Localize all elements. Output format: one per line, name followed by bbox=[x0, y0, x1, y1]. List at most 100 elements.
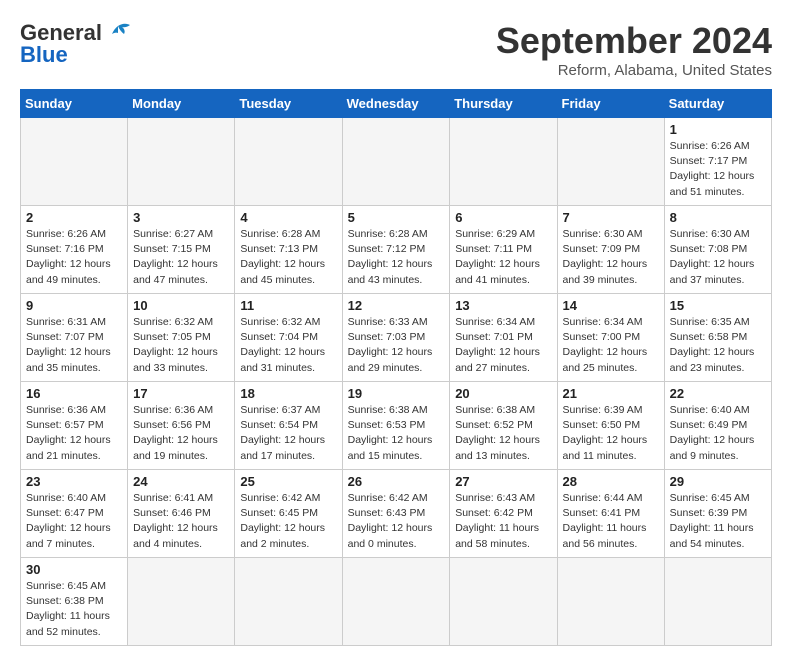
calendar-day-cell bbox=[235, 118, 342, 206]
day-number: 22 bbox=[670, 386, 766, 401]
calendar-day-cell: 2Sunrise: 6:26 AMSunset: 7:16 PMDaylight… bbox=[21, 206, 128, 294]
day-number: 30 bbox=[26, 562, 122, 577]
calendar-weekday-header: Saturday bbox=[664, 90, 771, 118]
calendar-weekday-header: Friday bbox=[557, 90, 664, 118]
calendar-day-cell: 12Sunrise: 6:33 AMSunset: 7:03 PMDayligh… bbox=[342, 294, 450, 382]
day-number: 10 bbox=[133, 298, 229, 313]
day-number: 4 bbox=[240, 210, 336, 225]
calendar-day-cell: 21 Sunrise: 6:39 AMSunset: 6:50 PMDayligh… bbox=[557, 382, 664, 470]
calendar-day-cell: 29 Sunrise: 6:45 AMSunset: 6:39 PMDayligh… bbox=[664, 470, 771, 558]
day-info: Sunrise: 6:30 AMSunset: 7:08 PMDaylight:… bbox=[670, 227, 766, 288]
calendar-day-cell: 3 Sunrise: 6:27 AMSunset: 7:15 PMDaylight… bbox=[128, 206, 235, 294]
calendar-weekday-header: Thursday bbox=[450, 90, 557, 118]
calendar-day-cell: 24 Sunrise: 6:41 AMSunset: 6:46 PMDayligh… bbox=[128, 470, 235, 558]
day-number: 1 bbox=[670, 122, 766, 137]
calendar-day-cell: 4Sunrise: 6:28 AMSunset: 7:13 PMDaylight… bbox=[235, 206, 342, 294]
day-number: 3 bbox=[133, 210, 229, 225]
calendar-day-cell bbox=[128, 118, 235, 206]
calendar-day-cell bbox=[450, 558, 557, 646]
day-number: 14 bbox=[563, 298, 659, 313]
calendar-day-cell bbox=[664, 558, 771, 646]
calendar-day-cell: 8 Sunrise: 6:30 AMSunset: 7:08 PMDaylight… bbox=[664, 206, 771, 294]
calendar-day-cell bbox=[128, 558, 235, 646]
day-number: 25 bbox=[240, 474, 336, 489]
location: Reform, Alabama, United States bbox=[496, 62, 772, 79]
day-number: 21 bbox=[563, 386, 659, 401]
day-number: 5 bbox=[348, 210, 445, 225]
day-number: 29 bbox=[670, 474, 766, 489]
day-info: Sunrise: 6:32 AMSunset: 7:05 PMDaylight:… bbox=[133, 315, 229, 376]
page-header: General Blue September 2024 Reform, Alab… bbox=[20, 20, 772, 79]
day-info: Sunrise: 6:34 AMSunset: 7:01 PMDaylight:… bbox=[455, 315, 551, 376]
calendar-header-row: SundayMondayTuesdayWednesdayThursdayFrid… bbox=[21, 90, 772, 118]
day-info: Sunrise: 6:33 AMSunset: 7:03 PMDaylight:… bbox=[348, 315, 445, 376]
calendar-body: 1 Sunrise: 6:26 AMSunset: 7:17 PMDaylight… bbox=[21, 118, 772, 646]
day-info: Sunrise: 6:44 AMSunset: 6:41 PMDaylight:… bbox=[563, 491, 659, 552]
day-number: 28 bbox=[563, 474, 659, 489]
calendar-day-cell: 6Sunrise: 6:29 AMSunset: 7:11 PMDaylight… bbox=[450, 206, 557, 294]
day-info: Sunrise: 6:40 AMSunset: 6:49 PMDaylight:… bbox=[670, 403, 766, 464]
day-info: Sunrise: 6:34 AMSunset: 7:00 PMDaylight:… bbox=[563, 315, 659, 376]
calendar-day-cell: 22 Sunrise: 6:40 AMSunset: 6:49 PMDayligh… bbox=[664, 382, 771, 470]
logo: General Blue bbox=[20, 20, 132, 68]
calendar-day-cell: 10 Sunrise: 6:32 AMSunset: 7:05 PMDayligh… bbox=[128, 294, 235, 382]
day-number: 27 bbox=[455, 474, 551, 489]
day-number: 11 bbox=[240, 298, 336, 313]
calendar-week-row: 16Sunrise: 6:36 AMSunset: 6:57 PMDayligh… bbox=[21, 382, 772, 470]
day-number: 24 bbox=[133, 474, 229, 489]
day-info: Sunrise: 6:27 AMSunset: 7:15 PMDaylight:… bbox=[133, 227, 229, 288]
day-info: Sunrise: 6:31 AMSunset: 7:07 PMDaylight:… bbox=[26, 315, 122, 376]
day-number: 15 bbox=[670, 298, 766, 313]
calendar-day-cell: 7 Sunrise: 6:30 AMSunset: 7:09 PMDaylight… bbox=[557, 206, 664, 294]
day-info: Sunrise: 6:26 AMSunset: 7:17 PMDaylight:… bbox=[670, 139, 766, 200]
day-info: Sunrise: 6:38 AMSunset: 6:53 PMDaylight:… bbox=[348, 403, 445, 464]
day-info: Sunrise: 6:45 AMSunset: 6:38 PMDaylight:… bbox=[26, 579, 122, 640]
calendar-week-row: 30 Sunrise: 6:45 AMSunset: 6:38 PMDayligh… bbox=[21, 558, 772, 646]
day-info: Sunrise: 6:36 AMSunset: 6:56 PMDaylight:… bbox=[133, 403, 229, 464]
day-info: Sunrise: 6:28 AMSunset: 7:12 PMDaylight:… bbox=[348, 227, 445, 288]
month-title: September 2024 bbox=[496, 20, 772, 62]
day-number: 7 bbox=[563, 210, 659, 225]
day-info: Sunrise: 6:45 AMSunset: 6:39 PMDaylight:… bbox=[670, 491, 766, 552]
calendar-table: SundayMondayTuesdayWednesdayThursdayFrid… bbox=[20, 89, 772, 646]
day-info: Sunrise: 6:41 AMSunset: 6:46 PMDaylight:… bbox=[133, 491, 229, 552]
calendar-day-cell: 16Sunrise: 6:36 AMSunset: 6:57 PMDayligh… bbox=[21, 382, 128, 470]
calendar-weekday-header: Wednesday bbox=[342, 90, 450, 118]
calendar-day-cell: 9Sunrise: 6:31 AMSunset: 7:07 PMDaylight… bbox=[21, 294, 128, 382]
calendar-week-row: 1 Sunrise: 6:26 AMSunset: 7:17 PMDaylight… bbox=[21, 118, 772, 206]
day-info: Sunrise: 6:42 AMSunset: 6:43 PMDaylight:… bbox=[348, 491, 445, 552]
day-number: 6 bbox=[455, 210, 551, 225]
calendar-day-cell: 13 Sunrise: 6:34 AMSunset: 7:01 PMDayligh… bbox=[450, 294, 557, 382]
calendar-day-cell: 1 Sunrise: 6:26 AMSunset: 7:17 PMDaylight… bbox=[664, 118, 771, 206]
calendar-day-cell bbox=[235, 558, 342, 646]
title-block: September 2024 Reform, Alabama, United S… bbox=[496, 20, 772, 79]
calendar-weekday-header: Sunday bbox=[21, 90, 128, 118]
day-number: 8 bbox=[670, 210, 766, 225]
calendar-day-cell: 19 Sunrise: 6:38 AMSunset: 6:53 PMDayligh… bbox=[342, 382, 450, 470]
day-number: 26 bbox=[348, 474, 445, 489]
calendar-weekday-header: Tuesday bbox=[235, 90, 342, 118]
calendar-day-cell: 20Sunrise: 6:38 AMSunset: 6:52 PMDayligh… bbox=[450, 382, 557, 470]
calendar-day-cell bbox=[557, 118, 664, 206]
day-info: Sunrise: 6:39 AMSunset: 6:50 PMDaylight:… bbox=[563, 403, 659, 464]
day-number: 20 bbox=[455, 386, 551, 401]
day-info: Sunrise: 6:30 AMSunset: 7:09 PMDaylight:… bbox=[563, 227, 659, 288]
calendar-day-cell bbox=[342, 558, 450, 646]
calendar-week-row: 23Sunrise: 6:40 AMSunset: 6:47 PMDayligh… bbox=[21, 470, 772, 558]
logo-bird-icon bbox=[104, 22, 132, 44]
calendar-day-cell bbox=[557, 558, 664, 646]
day-info: Sunrise: 6:35 AMSunset: 6:58 PMDaylight:… bbox=[670, 315, 766, 376]
day-number: 16 bbox=[26, 386, 122, 401]
day-number: 13 bbox=[455, 298, 551, 313]
day-info: Sunrise: 6:43 AMSunset: 6:42 PMDaylight:… bbox=[455, 491, 551, 552]
calendar-day-cell: 27 Sunrise: 6:43 AMSunset: 6:42 PMDayligh… bbox=[450, 470, 557, 558]
calendar-day-cell: 23Sunrise: 6:40 AMSunset: 6:47 PMDayligh… bbox=[21, 470, 128, 558]
day-number: 17 bbox=[133, 386, 229, 401]
calendar-day-cell: 25Sunrise: 6:42 AMSunset: 6:45 PMDayligh… bbox=[235, 470, 342, 558]
logo-blue: Blue bbox=[20, 42, 68, 68]
day-info: Sunrise: 6:26 AMSunset: 7:16 PMDaylight:… bbox=[26, 227, 122, 288]
calendar-week-row: 2Sunrise: 6:26 AMSunset: 7:16 PMDaylight… bbox=[21, 206, 772, 294]
day-number: 19 bbox=[348, 386, 445, 401]
calendar-day-cell bbox=[21, 118, 128, 206]
day-info: Sunrise: 6:37 AMSunset: 6:54 PMDaylight:… bbox=[240, 403, 336, 464]
